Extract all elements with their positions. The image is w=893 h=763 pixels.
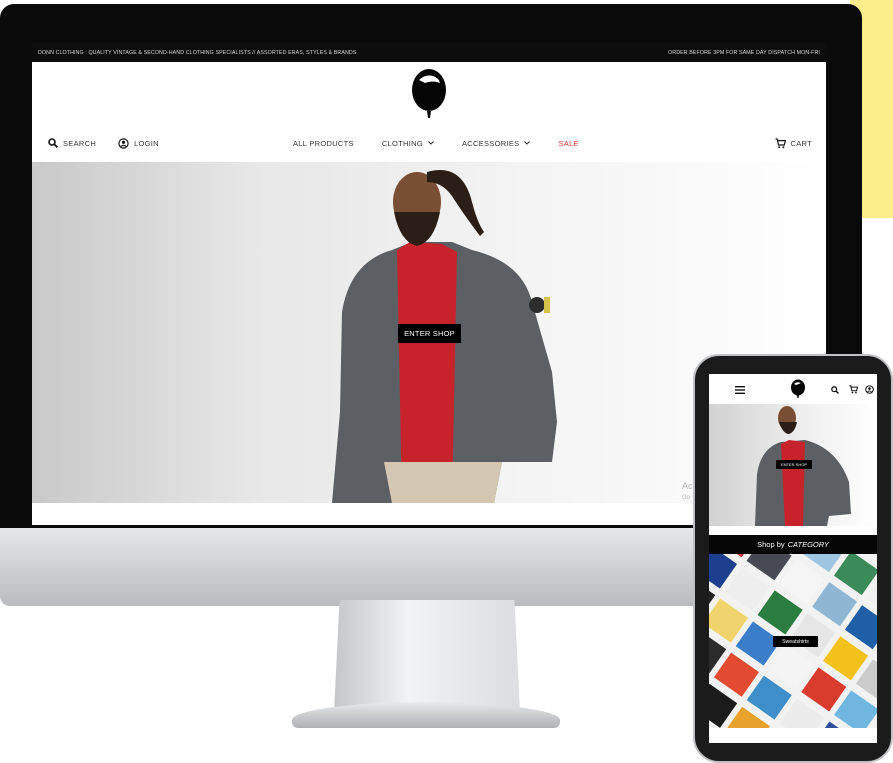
- mobile-hero: ENTER SHOP: [709, 404, 877, 526]
- nav-clothing[interactable]: CLOTHING: [382, 139, 434, 148]
- main-nav: SEARCH LOGIN ALL PRODUCTS CLOTHING ACCES…: [32, 124, 826, 162]
- nav-accessories-label: ACCESSORIES: [462, 138, 520, 148]
- cart-button[interactable]: CART: [775, 137, 812, 149]
- announcement-right: ORDER BEFORE 3PM FOR SAME DAY DISPATCH M…: [668, 49, 820, 56]
- login-button[interactable]: LOGIN: [118, 137, 159, 149]
- category-heading-emphasis: CATEGORY: [787, 540, 829, 549]
- cart-label: CART: [790, 138, 812, 148]
- enter-shop-button[interactable]: ENTER SHOP: [398, 324, 461, 343]
- announcement-bar: DONN CLOTHING : QUALITY VINTAGE & SECOND…: [32, 43, 826, 62]
- login-label: LOGIN: [134, 138, 159, 148]
- mobile-screen: ENTER SHOP Shop by CATEGORY Sweatshirts: [709, 374, 877, 743]
- menu-icon[interactable]: [735, 386, 745, 394]
- logo-icon[interactable]: [790, 379, 806, 399]
- logo-area: [32, 62, 826, 124]
- phone-device: ENTER SHOP Shop by CATEGORY Sweatshirts: [693, 354, 893, 763]
- nav-accessories[interactable]: ACCESSORIES: [462, 138, 531, 148]
- watermark-line-1: Ac: [682, 481, 693, 491]
- nav-all-products[interactable]: ALL PRODUCTS: [293, 139, 354, 148]
- announcement-left: DONN CLOTHING : QUALITY VINTAGE & SECOND…: [38, 49, 357, 56]
- nav-clothing-label: CLOTHING: [381, 138, 423, 148]
- monitor-stand-neck: [334, 600, 520, 712]
- watermark-line-2: Go: [682, 495, 691, 501]
- search-icon: [48, 138, 58, 148]
- monitor-stand-base: [292, 702, 560, 728]
- shop-by-category-heading: Shop by CATEGORY: [709, 535, 877, 554]
- category-heading-prefix: Shop by: [757, 540, 785, 549]
- chevron-down-icon: [428, 141, 434, 145]
- user-icon: [118, 137, 129, 149]
- mobile-enter-shop-button[interactable]: ENTER SHOP: [776, 460, 812, 469]
- mobile-header: [709, 374, 877, 404]
- chevron-down-icon: [524, 141, 531, 145]
- search-label: SEARCH: [63, 138, 97, 148]
- cart-icon[interactable]: [849, 385, 858, 394]
- watermark-text: Ac Go: [682, 480, 693, 503]
- search-icon[interactable]: [831, 386, 839, 394]
- user-icon[interactable]: [865, 385, 874, 394]
- search-button[interactable]: SEARCH: [48, 138, 96, 148]
- nav-sale[interactable]: SALE: [558, 139, 578, 148]
- logo-icon[interactable]: [409, 66, 449, 120]
- cart-icon: [775, 137, 786, 148]
- category-label-sweatshirts[interactable]: Sweatshirts: [773, 636, 818, 647]
